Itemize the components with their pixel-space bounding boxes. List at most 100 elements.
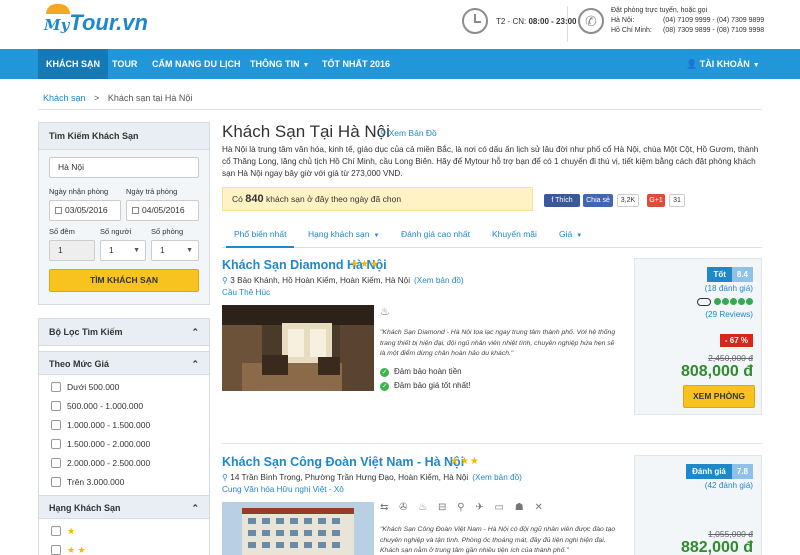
star-icon: ★ — [67, 526, 76, 536]
checkbox[interactable] — [51, 439, 61, 449]
caret-down-icon: ▼ — [752, 62, 760, 69]
checkbox[interactable] — [51, 401, 61, 411]
tripadvisor-icon — [697, 298, 711, 306]
filter-panel-title[interactable]: Bộ Lọc Tìm Kiếm ⌃ — [39, 319, 209, 346]
view-rooms-button[interactable]: XEM PHÒNG — [683, 385, 755, 408]
facebook-count: 3,2K — [617, 194, 639, 207]
sort-tabs: Phổ biến nhất Hạng khách sạn ▼ Đánh giá c… — [222, 222, 762, 248]
main-nav: KHÁCH SẠN TOUR CẨM NANG DU LỊCH THÔNG TI… — [0, 49, 800, 79]
facebook-share-button[interactable]: Chia sẻ — [583, 194, 613, 207]
checkin-label: Ngày nhận phòng — [49, 187, 109, 196]
mytour-logo[interactable]: MyTour.vn — [44, 4, 148, 36]
hotel-price-box: Tốt 8.4 (18 đánh giá) (29 Reviews) - 67 %… — [634, 258, 762, 415]
checkbox[interactable] — [51, 545, 61, 555]
price-option-2[interactable]: 500.000 - 1.000.000 — [51, 399, 143, 413]
checkin-date-field[interactable]: 03/05/2016 — [49, 200, 121, 221]
city-intro: Hà Nội là trung tâm văn hóa, kinh tế, gi… — [222, 145, 759, 178]
hotel-photo[interactable] — [222, 502, 374, 555]
checkbox[interactable] — [51, 382, 61, 392]
chevron-up-icon: ⌃ — [191, 359, 199, 369]
facebook-like-button[interactable]: f Thích — [544, 194, 580, 207]
hotel-landmark[interactable]: Cầu Thê Húc — [222, 288, 270, 297]
hanoi-numbers: (04) 7109 9999 - (04) 7309 9899 — [663, 17, 765, 24]
tripadvisor-rating — [697, 298, 753, 307]
google-plus-count: 31 — [669, 194, 685, 207]
map-pin-icon: ⚲ — [380, 128, 389, 138]
hotel-price-box: Đánh giá 7.8 (42 đánh giá) 1,055,000 đ 88… — [634, 455, 762, 555]
chevron-down-icon: ▼ — [186, 247, 193, 254]
price-option-5[interactable]: 2.000.000 - 2.500.000 — [51, 456, 150, 470]
price-option-6[interactable]: Trên 3.000.000 — [51, 475, 124, 489]
tab-hotel-class[interactable]: Hạng khách sạn ▼ — [308, 222, 379, 248]
breadcrumb: Khách sạn > Khách sạn tại Hà Nội — [43, 93, 192, 103]
calendar-icon — [132, 207, 139, 214]
price-option-3[interactable]: 1.000.000 - 1.500.000 — [51, 418, 150, 432]
guests-select[interactable]: 1 ▼ — [100, 240, 146, 261]
review-count-link[interactable]: (18 đánh giá) — [705, 284, 753, 293]
original-price: 1,055,000 đ — [708, 529, 753, 539]
nav-tour[interactable]: TOUR — [104, 49, 145, 79]
original-price: 2,450,000 đ — [708, 353, 753, 363]
checkbox[interactable] — [51, 477, 61, 487]
discount-badge: - 67 % — [719, 334, 753, 347]
caret-down-icon: ▼ — [373, 233, 380, 239]
review-count-link[interactable]: (42 đánh giá) — [705, 481, 753, 490]
search-button[interactable]: TÌM KHÁCH SẠN — [49, 269, 199, 292]
price-filter-header[interactable]: Theo Mức Giá ⌃ — [39, 351, 209, 375]
tab-top-rated[interactable]: Đánh giá cao nhất — [401, 222, 470, 248]
hotel-class-filter-header[interactable]: Hạng Khách Sạn ⌃ — [39, 495, 209, 519]
class-option-1[interactable]: ★ — [51, 524, 75, 538]
breadcrumb-hotels[interactable]: Khách sạn — [43, 93, 86, 103]
clock-icon — [462, 8, 488, 34]
account-menu[interactable]: 👤 TÀI KHOẢN ▼ — [678, 49, 768, 79]
hotel-map-link[interactable]: (Xem bản đồ) — [414, 276, 464, 285]
hotel-description: "Khách Sạn Diamond - Hà Nội tọa lạc ngay… — [380, 329, 616, 357]
checkbox[interactable] — [51, 420, 61, 430]
hotel-landmark[interactable]: Cung Văn hóa Hữu nghị Việt - Xô — [222, 485, 344, 494]
guests-label: Số người — [100, 227, 132, 236]
user-icon: 👤 — [686, 59, 700, 69]
calendar-icon — [55, 207, 62, 214]
umbrella-icon — [46, 4, 70, 14]
hotel-photo[interactable] — [222, 305, 374, 391]
hours-label: T2 - CN: — [496, 17, 527, 26]
destination-input[interactable]: Hà Nội — [49, 157, 199, 178]
nav-info[interactable]: THÔNG TIN ▼ — [242, 49, 317, 79]
check-icon: ✓ — [380, 368, 389, 377]
google-plus-button[interactable]: G+1 — [647, 194, 665, 207]
hotel-lobby-image — [222, 305, 374, 391]
page-title: Khách Sạn Tại Hà Nội — [222, 122, 390, 141]
hotel-name[interactable]: Khách Sạn Công Đoàn Việt Nam - Hà Nội — [222, 455, 464, 469]
hotel-address: ⚲ 14 Trần Bình Trọng, Phường Trần Hưng Đ… — [222, 473, 522, 482]
filter-panel: Bộ Lọc Tìm Kiếm ⌃ Theo Mức Giá ⌃ Dưới 500.… — [38, 318, 210, 555]
nights-label: Số đêm — [49, 227, 75, 236]
tab-price[interactable]: Giá ▼ — [559, 222, 582, 248]
caret-down-icon: ▼ — [576, 233, 583, 239]
search-panel: Tìm Kiếm Khách Sạn Hà Nội Ngày nhận phòn… — [38, 122, 210, 305]
view-map-link[interactable]: ⚲ Xem Bản Đồ — [380, 128, 437, 139]
hotel-address: ⚲ 3 Bảo Khánh, Hồ Hoàn Kiếm, Hoàn Kiếm, … — [222, 276, 464, 285]
checkout-label: Ngày trả phòng — [126, 187, 178, 196]
rooms-select[interactable]: 1 ▼ — [151, 240, 199, 261]
tab-promotions[interactable]: Khuyến mãi — [492, 222, 537, 248]
tab-popular[interactable]: Phổ biến nhất — [226, 222, 295, 248]
tripadvisor-reviews-link[interactable]: (29 Reviews) — [705, 310, 753, 319]
checkbox[interactable] — [51, 526, 61, 536]
nav-travel-guide[interactable]: CẨM NANG DU LỊCH — [144, 49, 249, 79]
checkbox[interactable] — [51, 458, 61, 468]
guarantee-best-price: ✓ Đảm bảo giá tốt nhất! — [380, 381, 471, 391]
header-divider — [567, 6, 568, 42]
hotel-map-link[interactable]: (Xem bản đồ) — [472, 473, 522, 482]
checkout-date-field[interactable]: 04/05/2016 — [126, 200, 199, 221]
price-option-1[interactable]: Dưới 500.000 — [51, 380, 119, 394]
price-option-4[interactable]: 1.500.000 - 2.000.000 — [51, 437, 150, 451]
rooms-label: Số phòng — [151, 227, 184, 236]
chevron-down-icon: ▼ — [133, 247, 140, 254]
results-count: Có 840 khách sạn ở đây theo ngày đã chọn — [222, 187, 533, 211]
nav-hotels[interactable]: KHÁCH SẠN — [38, 49, 108, 79]
nav-best-2016[interactable]: TỐT NHẤT 2016 — [314, 49, 398, 79]
class-option-2[interactable]: ★ ★ — [51, 543, 86, 555]
hours-value: 08:00 - 23:00 — [528, 17, 577, 26]
results-count-number: 840 — [245, 193, 264, 205]
hanoi-label: Hà Nội: — [611, 17, 635, 24]
